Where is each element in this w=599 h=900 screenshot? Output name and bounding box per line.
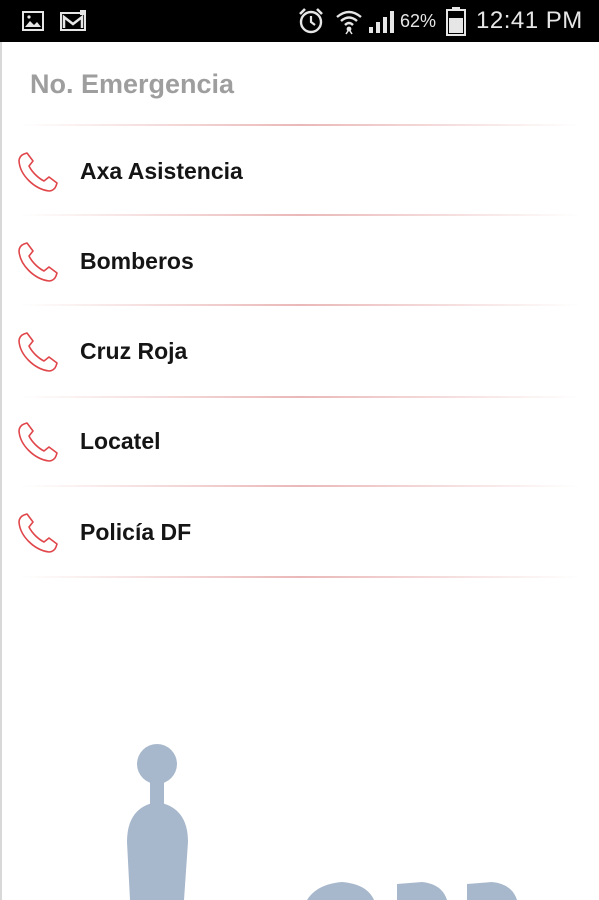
phone-icon: [18, 513, 58, 553]
contact-item-policia-df[interactable]: Policía DF: [2, 487, 599, 577]
alarm-icon: [297, 0, 325, 42]
gallery-icon: [22, 0, 44, 42]
contact-item-cruz-roja[interactable]: Cruz Roja: [2, 306, 599, 396]
contact-item-bomberos[interactable]: Bomberos: [2, 216, 599, 306]
contact-label: Policía DF: [80, 518, 192, 545]
divider: [20, 576, 580, 578]
phone-icon: [18, 422, 58, 462]
contact-label: Locatel: [80, 427, 161, 454]
battery-icon: [444, 0, 468, 42]
phone-icon: [18, 242, 58, 282]
battery-percent: 62%: [400, 10, 437, 31]
contact-item-axa-asistencia[interactable]: Axa Asistencia: [2, 126, 599, 216]
emergency-numbers-screen: No. Emergencia Axa Asistencia Bomberos C…: [0, 42, 599, 900]
clock: 12:41 PM: [476, 7, 583, 34]
status-bar: 62% 12:41 PM: [0, 0, 599, 42]
gmail-icon: [60, 0, 86, 42]
contact-label: Axa Asistencia: [80, 157, 243, 184]
phone-icon: [18, 152, 58, 192]
contact-label: Cruz Roja: [80, 337, 188, 364]
phone-icon: [18, 332, 58, 372]
page-title: No. Emergencia: [30, 69, 235, 99]
contact-label: Bomberos: [80, 247, 194, 274]
contact-item-locatel[interactable]: Locatel: [2, 396, 599, 486]
wifi-icon: [335, 0, 363, 42]
signal-icon: [367, 0, 397, 42]
